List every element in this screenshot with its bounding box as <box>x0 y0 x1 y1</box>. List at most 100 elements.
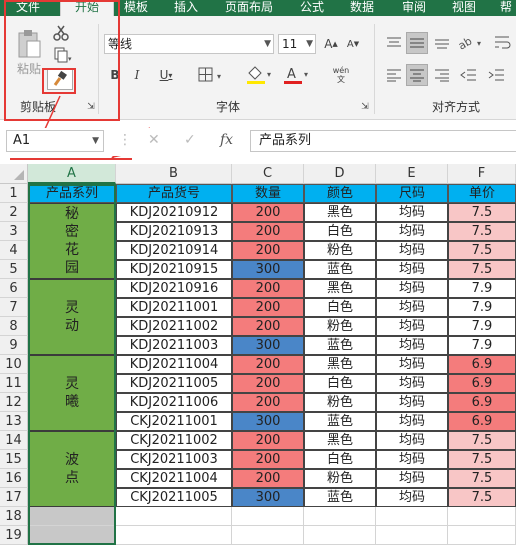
size-cell[interactable]: 均码 <box>376 450 448 469</box>
decrease-indent-icon[interactable] <box>458 66 480 84</box>
increase-indent-icon[interactable] <box>486 66 508 84</box>
sku-cell[interactable]: CKJ20211001 <box>116 412 232 431</box>
price-cell[interactable]: 7.5 <box>448 469 516 488</box>
header-cell[interactable]: 尺码 <box>376 184 448 203</box>
clipboard-launcher-icon[interactable]: ⇲ <box>86 102 96 112</box>
price-cell[interactable]: 7.5 <box>448 222 516 241</box>
tab-help[interactable]: 帮 <box>500 0 512 16</box>
decrease-font-icon[interactable]: A ▼ <box>344 36 362 52</box>
quantity-cell[interactable]: 200 <box>232 241 304 260</box>
size-cell[interactable]: 均码 <box>376 355 448 374</box>
tab-data[interactable]: 数据 <box>350 0 374 16</box>
price-cell[interactable]: 7.9 <box>448 317 516 336</box>
align-middle-icon[interactable] <box>406 32 428 54</box>
empty-cell[interactable] <box>376 526 448 545</box>
row-header[interactable]: 5 <box>0 260 28 279</box>
font-size-combo[interactable]: 11 ▼ <box>278 34 316 54</box>
tab-file[interactable]: 文件 <box>16 0 40 16</box>
quantity-cell[interactable]: 200 <box>232 279 304 298</box>
column-header-d[interactable]: D <box>304 164 376 184</box>
price-cell[interactable]: 6.9 <box>448 374 516 393</box>
color-cell[interactable]: 黑色 <box>304 203 376 222</box>
sku-cell[interactable]: KDJ20210916 <box>116 279 232 298</box>
empty-cell[interactable] <box>116 507 232 526</box>
row-header[interactable]: 19 <box>0 526 28 545</box>
color-cell[interactable]: 黑色 <box>304 355 376 374</box>
row-header[interactable]: 12 <box>0 393 28 412</box>
column-header-b[interactable]: B <box>116 164 232 184</box>
price-cell[interactable]: 6.9 <box>448 355 516 374</box>
bold-button[interactable]: B <box>107 66 123 84</box>
quantity-cell[interactable]: 200 <box>232 203 304 222</box>
row-header[interactable]: 15 <box>0 450 28 469</box>
color-cell[interactable]: 黑色 <box>304 279 376 298</box>
empty-cell[interactable] <box>232 507 304 526</box>
empty-cell[interactable] <box>232 526 304 545</box>
price-cell[interactable]: 7.5 <box>448 241 516 260</box>
column-header-e[interactable]: E <box>376 164 448 184</box>
align-top-icon[interactable] <box>384 34 404 52</box>
increase-font-icon[interactable]: A ▲ <box>322 36 340 52</box>
row-header[interactable]: 9 <box>0 336 28 355</box>
row-header[interactable]: 10 <box>0 355 28 374</box>
header-cell[interactable]: 单价 <box>448 184 516 203</box>
sku-cell[interactable]: KDJ20211004 <box>116 355 232 374</box>
header-cell[interactable]: 颜色 <box>304 184 376 203</box>
row-header[interactable]: 8 <box>0 317 28 336</box>
header-cell[interactable]: 数量 <box>232 184 304 203</box>
price-cell[interactable]: 6.9 <box>448 412 516 431</box>
borders-button[interactable]: ▾ <box>196 66 228 84</box>
price-cell[interactable]: 7.5 <box>448 203 516 222</box>
italic-button[interactable]: I <box>130 66 144 84</box>
color-cell[interactable]: 蓝色 <box>304 336 376 355</box>
format-painter-icon[interactable] <box>47 68 73 90</box>
row-header[interactable]: 2 <box>0 203 28 222</box>
empty-cell[interactable] <box>304 507 376 526</box>
sku-cell[interactable]: KDJ20211006 <box>116 393 232 412</box>
color-cell[interactable]: 粉色 <box>304 393 376 412</box>
color-cell[interactable]: 蓝色 <box>304 260 376 279</box>
sku-cell[interactable]: KDJ20210915 <box>116 260 232 279</box>
color-cell[interactable]: 白色 <box>304 450 376 469</box>
wrap-text-icon[interactable] <box>492 32 514 52</box>
row-header[interactable]: 3 <box>0 222 28 241</box>
tab-review[interactable]: 审阅 <box>402 0 426 16</box>
size-cell[interactable]: 均码 <box>376 393 448 412</box>
color-cell[interactable]: 白色 <box>304 298 376 317</box>
align-bottom-icon[interactable] <box>432 34 452 52</box>
name-box[interactable]: A1 ▼ <box>6 130 104 152</box>
column-header-a[interactable]: A <box>28 164 116 184</box>
quantity-cell[interactable]: 200 <box>232 393 304 412</box>
font-color-button[interactable]: A ▾ <box>282 64 312 86</box>
font-launcher-icon[interactable]: ⇲ <box>360 102 370 112</box>
row-header[interactable]: 6 <box>0 279 28 298</box>
sku-cell[interactable]: KDJ20210912 <box>116 203 232 222</box>
color-cell[interactable]: 粉色 <box>304 317 376 336</box>
size-cell[interactable]: 均码 <box>376 260 448 279</box>
quantity-cell[interactable]: 200 <box>232 222 304 241</box>
fill-color-button[interactable]: ▾ <box>244 64 276 86</box>
price-cell[interactable]: 7.9 <box>448 298 516 317</box>
quantity-cell[interactable]: 300 <box>232 260 304 279</box>
quantity-cell[interactable]: 200 <box>232 374 304 393</box>
sku-cell[interactable]: CKJ20211003 <box>116 450 232 469</box>
header-cell[interactable]: 产品货号 <box>116 184 232 203</box>
quantity-cell[interactable]: 200 <box>232 431 304 450</box>
sku-cell[interactable]: CKJ20211004 <box>116 469 232 488</box>
quantity-cell[interactable]: 300 <box>232 488 304 507</box>
size-cell[interactable]: 均码 <box>376 317 448 336</box>
cancel-icon[interactable]: ✕ <box>148 132 160 148</box>
size-cell[interactable]: 均码 <box>376 412 448 431</box>
tab-template[interactable]: 模板 <box>124 0 148 16</box>
empty-cell[interactable] <box>304 526 376 545</box>
sku-cell[interactable]: KDJ20211002 <box>116 317 232 336</box>
row-header[interactable]: 7 <box>0 298 28 317</box>
sku-cell[interactable]: KDJ20210914 <box>116 241 232 260</box>
phonetic-button[interactable]: wén 文 <box>326 62 356 88</box>
sku-cell[interactable]: CKJ20211005 <box>116 488 232 507</box>
sku-cell[interactable]: KDJ20211001 <box>116 298 232 317</box>
copy-icon[interactable]: ▾ <box>52 46 74 64</box>
size-cell[interactable]: 均码 <box>376 222 448 241</box>
empty-cell[interactable] <box>448 507 516 526</box>
tab-formulas[interactable]: 公式 <box>300 0 324 16</box>
